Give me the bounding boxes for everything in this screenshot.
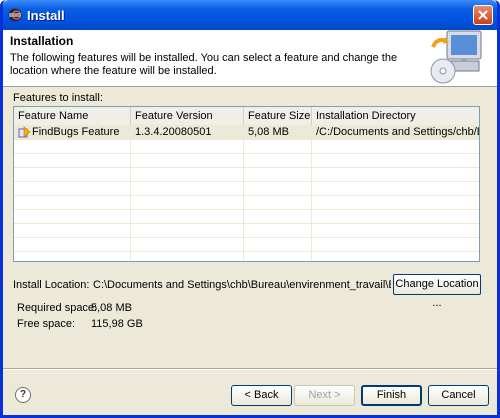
- finish-button[interactable]: Finish: [361, 385, 422, 406]
- help-icon[interactable]: ?: [15, 387, 31, 403]
- features-table[interactable]: Feature Name Feature Version Feature Siz…: [13, 106, 480, 262]
- grid-line: [311, 125, 312, 261]
- free-space-value: 115,98 GB: [91, 318, 143, 330]
- grid-line: [14, 195, 479, 196]
- column-feature-size[interactable]: Feature Size: [244, 107, 312, 125]
- header-panel: Installation The following features will…: [3, 30, 497, 87]
- install-dialog: Install Installation The following featu…: [0, 0, 500, 418]
- column-feature-version[interactable]: Feature Version: [131, 107, 244, 125]
- install-location-label: Install Location:: [13, 279, 90, 291]
- grid-line: [14, 251, 479, 252]
- grid-line: [14, 209, 479, 210]
- back-button[interactable]: < Back: [231, 385, 292, 406]
- features-label: Features to install:: [13, 92, 103, 104]
- feature-version-cell: 1.3.4.20080501: [135, 126, 212, 138]
- footer-divider: [3, 368, 497, 370]
- page-description: The following features will be installed…: [10, 52, 398, 77]
- feature-size-cell: 5,08 MB: [248, 126, 289, 138]
- install-location-value: C:\Documents and Settings\chb\Bureau\env…: [93, 279, 391, 291]
- grid-line: [14, 223, 479, 224]
- grid-line: [243, 125, 244, 261]
- required-space-value: 5,08 MB: [91, 302, 132, 314]
- grid-line: [14, 139, 479, 140]
- installation-directory-cell: /C:/Documents and Settings/chb/Bu...: [316, 126, 479, 138]
- install-computer-icon: [430, 30, 482, 84]
- column-installation-directory[interactable]: Installation Directory: [312, 107, 479, 125]
- table-header: Feature Name Feature Version Feature Siz…: [14, 107, 479, 126]
- page-title: Installation: [10, 34, 74, 48]
- eclipse-icon: [8, 8, 22, 22]
- close-button[interactable]: [473, 5, 493, 25]
- close-icon: [478, 10, 488, 20]
- grid-line: [14, 237, 479, 238]
- feature-name-cell: FindBugs Feature: [32, 126, 120, 138]
- free-space-label: Free space:: [17, 318, 76, 330]
- cancel-button[interactable]: Cancel: [428, 385, 489, 406]
- window-title: Install: [27, 8, 65, 23]
- title-bar: Install: [3, 0, 497, 30]
- grid-line: [130, 125, 131, 261]
- change-location-button[interactable]: Change Location ...: [393, 274, 481, 309]
- grid-line: [14, 181, 479, 182]
- grid-line: [14, 153, 479, 154]
- next-button[interactable]: Next >: [294, 385, 355, 406]
- table-row[interactable]: FindBugs Feature 1.3.4.20080501 5,08 MB …: [14, 125, 479, 139]
- column-feature-name[interactable]: Feature Name: [14, 107, 131, 125]
- required-space-label: Required space:: [17, 302, 98, 314]
- grid-line: [14, 167, 479, 168]
